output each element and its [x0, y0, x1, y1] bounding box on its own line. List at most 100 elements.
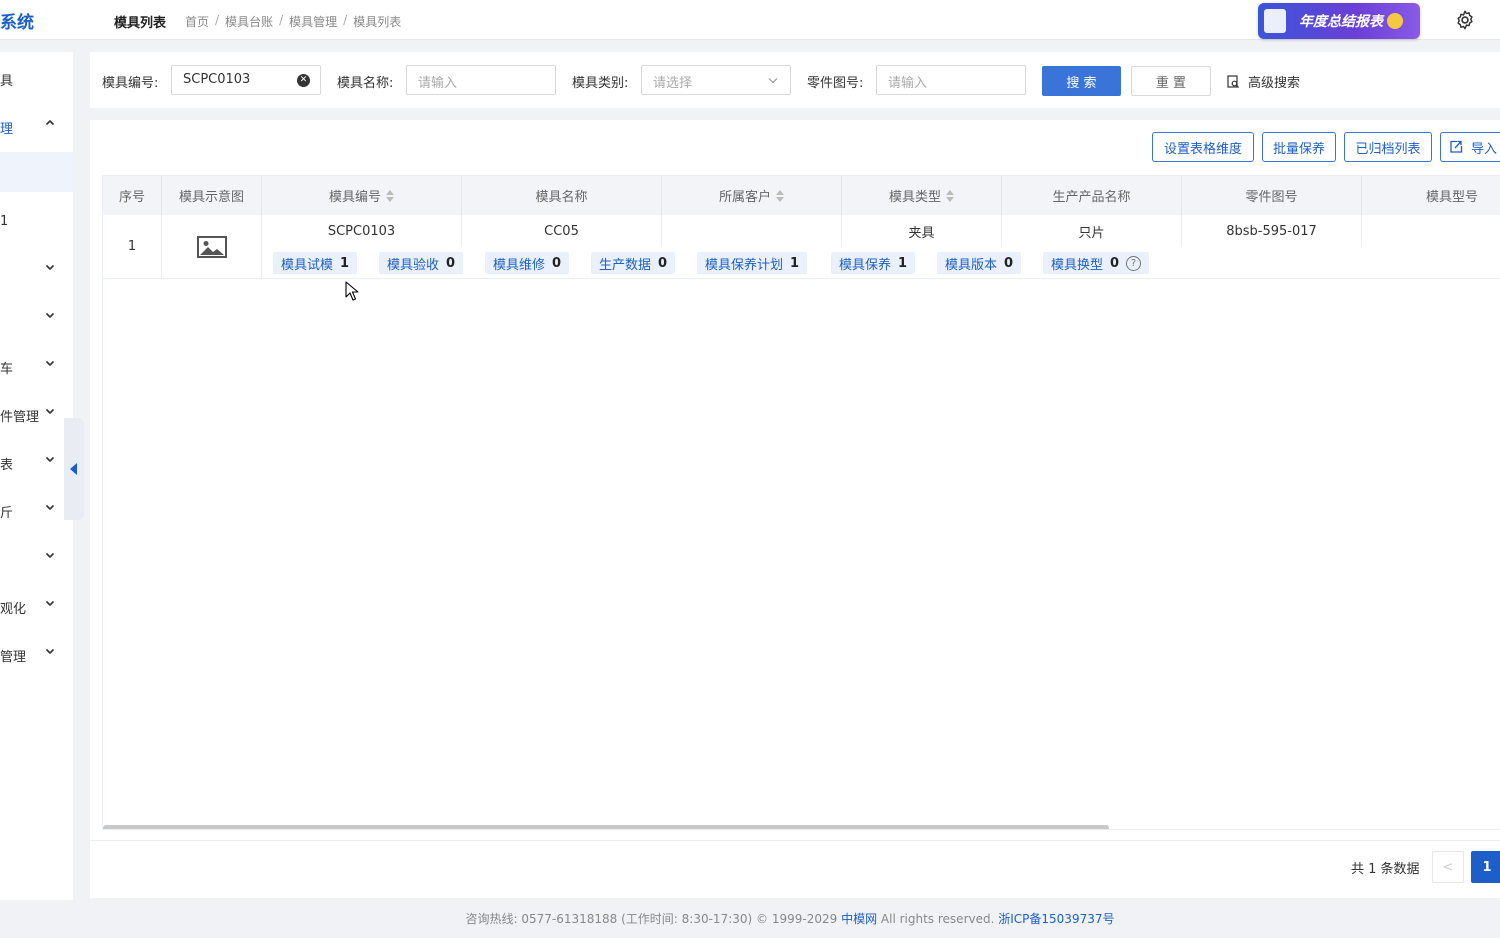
advanced-search-link[interactable]: 高级搜索: [1227, 72, 1300, 91]
sidebar-item[interactable]: [0, 547, 73, 571]
footer-hotline: 咨询热线: 0577-61318188 (工作时间: 8:30-17:30) ©…: [465, 912, 838, 926]
tag-trial-mold[interactable]: 模具试模 1: [273, 252, 358, 274]
column-header-type[interactable]: 模具类型: [842, 176, 1002, 215]
sidebar-item-label: 管理: [0, 650, 27, 665]
sidebar-item-label: 具: [0, 74, 14, 89]
sidebar-item-label: 件管理: [0, 410, 40, 425]
footer-icp-link[interactable]: 浙ICP备15039737号: [998, 912, 1114, 926]
tag-acceptance[interactable]: 模具验收 0: [379, 252, 464, 274]
sidebar-item-label: 斤: [0, 506, 14, 521]
sidebar-item[interactable]: 车: [0, 355, 73, 379]
divider: [90, 840, 1500, 841]
column-header-customer[interactable]: 所属客户: [662, 176, 842, 215]
name-label: 模具名称:: [337, 76, 394, 91]
chevron-down-icon: [45, 504, 55, 511]
chevron-down-icon: [45, 408, 55, 415]
help-icon[interactable]: ?: [1126, 255, 1142, 271]
code-label: 模具编号:: [102, 76, 159, 91]
sidebar-selected-highlight: [0, 152, 73, 192]
breadcrumb: 首页 / 模具台账 / 模具管理 / 模具列表: [185, 13, 401, 30]
cell-product: 只片: [1002, 215, 1182, 247]
sort-icon[interactable]: [946, 189, 954, 202]
cell-index: 1: [103, 215, 162, 279]
banner-text: 年度总结报表: [1299, 14, 1383, 30]
sidebar-subitem[interactable]: 1: [0, 211, 73, 235]
tag-maintenance-plan[interactable]: 模具保养计划 1: [697, 252, 808, 274]
mouse-cursor-icon: [345, 281, 359, 301]
sort-icon[interactable]: [386, 189, 394, 202]
cell-type: 夹具: [842, 215, 1002, 247]
chevron-down-icon: [45, 648, 55, 655]
column-header-name: 模具名称: [462, 176, 662, 215]
import-label: 导入: [1471, 141, 1498, 157]
chevron-up-icon: [45, 119, 55, 126]
category-select[interactable]: 请选择: [641, 65, 791, 95]
advanced-search-icon: [1227, 74, 1239, 88]
sidebar-collapse-handle[interactable]: [64, 418, 84, 520]
tag-changeover[interactable]: 模具换型 0?: [1043, 252, 1150, 274]
collapse-left-icon: [70, 463, 77, 475]
tag-production-data[interactable]: 生产数据 0: [591, 252, 676, 274]
tag-version[interactable]: 模具版本 0: [937, 252, 1022, 274]
sidebar-item-label: 1: [0, 214, 9, 229]
chevron-down-icon: [768, 78, 778, 84]
set-dimension-button[interactable]: 设置表格维度: [1152, 132, 1254, 162]
tag-repair[interactable]: 模具维修 0: [485, 252, 570, 274]
archived-list-button[interactable]: 已归档列表: [1344, 132, 1432, 162]
table-header: 序号 模具示意图 模具编号 模具名称 所属客户 模具类型 生产产品名称 零件图号…: [103, 176, 1500, 215]
footer-rights: All rights reserved.: [880, 912, 995, 926]
part-input[interactable]: 请输入: [876, 65, 1026, 95]
page-title: 模具列表: [114, 16, 167, 31]
sidebar-item[interactable]: [0, 259, 73, 283]
report-illustration-icon: [1264, 9, 1286, 33]
footer: 咨询热线: 0577-61318188 (工作时间: 8:30-17:30) ©…: [0, 910, 1500, 927]
column-header-product: 生产产品名称: [1002, 176, 1182, 215]
sidebar-item[interactable]: 管理: [0, 643, 73, 667]
prev-page-button[interactable]: <: [1432, 851, 1464, 883]
column-header-part-no: 零件图号: [1182, 176, 1362, 215]
name-input[interactable]: 请输入: [406, 65, 556, 95]
sidebar-item[interactable]: 件管理: [0, 403, 73, 427]
import-icon: [1450, 140, 1463, 153]
sidebar: 具 理 1 车 件管理 表 斤 观化 管理: [0, 52, 73, 900]
sidebar-item-mold-management[interactable]: 理: [0, 115, 73, 139]
column-header-index: 序号: [103, 176, 162, 215]
sidebar-item[interactable]: [0, 307, 73, 331]
reset-button[interactable]: 重 置: [1131, 66, 1211, 96]
sidebar-item[interactable]: 表: [0, 451, 73, 475]
category-select-placeholder: 请选择: [653, 76, 693, 91]
sidebar-item-label: 观化: [0, 602, 27, 617]
horizontal-scrollbar[interactable]: [103, 825, 1109, 829]
sidebar-item[interactable]: 具: [0, 67, 73, 91]
gear-icon[interactable]: [1454, 9, 1476, 31]
code-input[interactable]: SCPC0103 ✕: [171, 65, 321, 95]
breadcrumb-mold-management[interactable]: 模具管理: [289, 13, 337, 30]
sidebar-item[interactable]: 斤: [0, 499, 73, 523]
column-header-image: 模具示意图: [162, 176, 262, 215]
app-logo[interactable]: 系统: [0, 8, 34, 33]
clear-icon[interactable]: ✕: [297, 74, 310, 87]
breadcrumb-home[interactable]: 首页: [185, 13, 209, 30]
chevron-down-icon: [45, 312, 55, 319]
chevron-down-icon: [45, 600, 55, 607]
footer-brand-link[interactable]: 中模网: [841, 912, 877, 926]
breadcrumb-ledger[interactable]: 模具台账: [225, 13, 273, 30]
import-button[interactable]: 导入: [1440, 132, 1500, 162]
chevron-down-icon: [45, 360, 55, 367]
page-number-current[interactable]: 1: [1471, 851, 1500, 883]
image-placeholder-icon: [196, 235, 227, 258]
annual-report-banner[interactable]: 年度总结报表: [1258, 3, 1420, 39]
sidebar-item-label: 理: [0, 122, 14, 137]
tag-maintenance[interactable]: 模具保养 1: [831, 252, 916, 274]
chevron-down-icon: [45, 552, 55, 559]
batch-maintain-button[interactable]: 批量保养: [1262, 132, 1336, 162]
part-label: 零件图号:: [807, 76, 864, 91]
cell-image[interactable]: [162, 215, 262, 279]
sort-icon[interactable]: [776, 189, 784, 202]
sidebar-item-label: 车: [0, 362, 14, 377]
column-header-code[interactable]: 模具编号: [262, 176, 462, 215]
column-header-model: 模具型号: [1425, 190, 1478, 205]
breadcrumb-separator: /: [215, 13, 220, 27]
sidebar-item[interactable]: 观化: [0, 595, 73, 619]
search-button[interactable]: 搜 索: [1042, 66, 1121, 96]
